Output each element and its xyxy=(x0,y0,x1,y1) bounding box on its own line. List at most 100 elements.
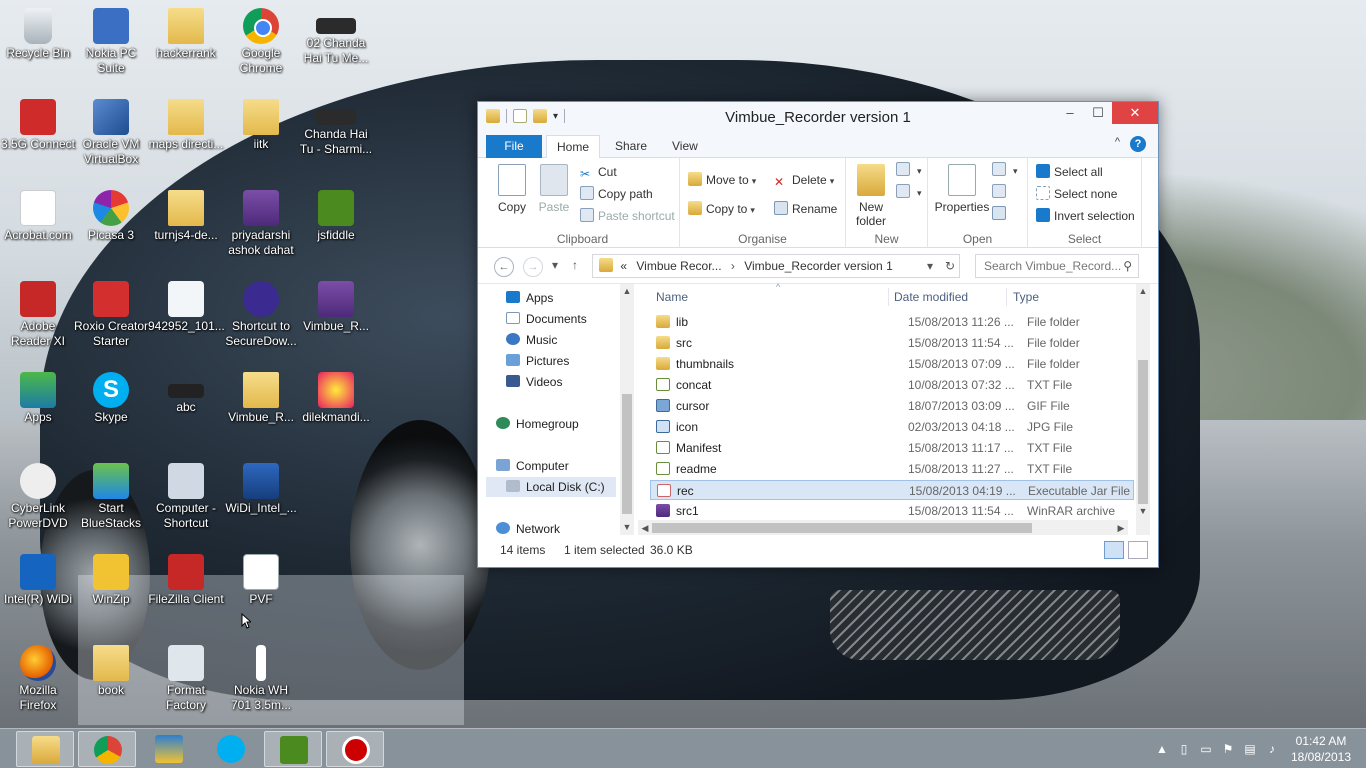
desktop-icon-roxio[interactable]: Roxio Creator Starter xyxy=(73,275,149,349)
desktop-icon-maps[interactable]: maps directi... xyxy=(148,93,224,152)
desktop-icon-winzip[interactable]: WinZip xyxy=(73,548,149,607)
file-row-selected[interactable]: rec 15/08/2013 04:19 ... Executable Jar Fi… xyxy=(650,480,1134,500)
easy-access-button[interactable]: ▾ xyxy=(896,182,922,202)
taskbar-jsfiddle[interactable] xyxy=(264,731,322,767)
paste-button[interactable]: Paste xyxy=(532,164,576,214)
address-bar[interactable]: « Vimbue Recor... › Vimbue_Recorder vers… xyxy=(592,254,960,278)
new-folder-button[interactable]: New folder xyxy=(848,164,894,228)
column-header-type[interactable]: Type xyxy=(1013,290,1039,304)
volume-icon[interactable]: ♪ xyxy=(1264,741,1280,757)
desktop-icon-jsfiddle[interactable]: jsfiddle xyxy=(298,184,374,243)
open-button[interactable]: ▾ xyxy=(992,160,1018,180)
scroll-down-icon[interactable]: ▼ xyxy=(620,522,634,532)
desktop-icon-nokia-pc-suite[interactable]: Nokia PC Suite xyxy=(73,2,149,76)
tab-home[interactable]: Home xyxy=(546,135,601,158)
file-row[interactable]: lib 15/08/2013 11:26 ... File folder xyxy=(650,312,1134,332)
file-row[interactable]: readme 15/08/2013 11:27 ... TXT File xyxy=(650,459,1134,479)
desktop-icon-acrobat-com[interactable]: Acrobat.com xyxy=(0,184,76,243)
move-to-button[interactable]: Move to ▾ xyxy=(688,170,756,190)
edit-button[interactable] xyxy=(992,182,1010,202)
file-row[interactable]: Manifest 15/08/2013 11:17 ... TXT File xyxy=(650,438,1134,458)
display-icon[interactable]: ▭ xyxy=(1198,741,1214,757)
column-header-date[interactable]: Date modified xyxy=(894,290,968,304)
properties-button[interactable]: Properties xyxy=(932,164,992,214)
taskbar-recorder[interactable] xyxy=(326,731,384,767)
horizontal-scrollbar[interactable]: ◀ ▶ xyxy=(638,520,1128,536)
column-header-name[interactable]: Name xyxy=(656,290,688,304)
desktop-icon-bluestacks[interactable]: Start BlueStacks xyxy=(73,457,149,531)
rename-button[interactable]: Rename xyxy=(774,199,837,219)
column-divider[interactable] xyxy=(1006,288,1007,306)
tab-view[interactable]: View xyxy=(662,135,708,158)
nav-item-documents[interactable]: Documents xyxy=(506,309,587,329)
scroll-up-icon[interactable]: ▲ xyxy=(620,286,634,296)
file-row[interactable]: src1 15/08/2013 11:54 ... WinRAR archive xyxy=(650,501,1134,521)
desktop-icon-book[interactable]: book xyxy=(73,639,149,698)
desktop-icon-nokia-wh[interactable]: Nokia WH 701 3.5m... xyxy=(223,639,299,713)
taskbar-app[interactable] xyxy=(140,731,198,767)
clock[interactable]: 01:42 AM 18/08/2013 xyxy=(1286,733,1356,765)
copy-button[interactable]: Copy xyxy=(490,164,534,214)
maximize-button[interactable]: ☐ xyxy=(1084,102,1112,124)
file-row[interactable]: thumbnails 15/08/2013 07:09 ... File folde… xyxy=(650,354,1134,374)
scroll-thumb[interactable] xyxy=(1138,360,1148,504)
file-row[interactable]: cursor 18/07/2013 03:09 ... GIF File xyxy=(650,396,1134,416)
desktop-icon-hackerrank[interactable]: hackerrank xyxy=(148,2,224,61)
new-item-button[interactable]: ▾ xyxy=(896,160,922,180)
help-icon[interactable]: ? xyxy=(1130,136,1146,152)
desktop-icon-computer-shortcut[interactable]: Computer - Shortcut xyxy=(148,457,224,531)
recent-locations-icon[interactable]: ▾ xyxy=(552,258,558,272)
desktop-icon-firefox[interactable]: Mozilla Firefox xyxy=(0,639,76,713)
desktop-icon-3-5g-connect[interactable]: 3.5G Connect xyxy=(0,93,76,152)
breadcrumb-item[interactable]: Vimbue_Recorder version 1 xyxy=(744,259,893,273)
select-all-button[interactable]: Select all xyxy=(1036,162,1103,182)
desktop-icon-priyadarshi[interactable]: priyadarshi ashok dahat xyxy=(223,184,299,258)
desktop-icon-iitk[interactable]: iitk xyxy=(223,93,299,152)
device-icon[interactable]: ▯ xyxy=(1176,741,1192,757)
desktop-icon-widi-intel[interactable]: WiDi_Intel_... xyxy=(223,457,299,516)
tab-share[interactable]: Share xyxy=(605,135,657,158)
desktop-icon-virtualbox[interactable]: Oracle VM VirtualBox xyxy=(73,93,149,167)
nav-item-homegroup[interactable]: Homegroup xyxy=(496,414,579,434)
taskbar-skype[interactable] xyxy=(202,731,260,767)
forward-button[interactable]: → xyxy=(523,257,543,277)
desktop-icon-google-chrome[interactable]: Google Chrome xyxy=(223,2,299,76)
desktop-icon-942952[interactable]: 942952_101... xyxy=(148,275,225,334)
close-button[interactable]: ✕ xyxy=(1112,102,1158,124)
copy-to-button[interactable]: Copy to ▾ xyxy=(688,199,755,219)
breadcrumb-overflow[interactable]: « xyxy=(620,259,627,273)
file-row[interactable]: icon 02/03/2013 04:18 ... JPG File xyxy=(650,417,1134,437)
search-input[interactable]: Search Vimbue_Record... ⚲ xyxy=(975,254,1139,278)
desktop-icon-abc[interactable]: abc xyxy=(148,366,224,415)
nav-item-music[interactable]: Music xyxy=(506,330,557,350)
show-hidden-icons-button[interactable]: ▲ xyxy=(1154,741,1170,757)
desktop-icon-apps[interactable]: Apps xyxy=(0,366,76,425)
desktop-icon-vimbue-folder[interactable]: Vimbue_R... xyxy=(223,366,299,425)
up-button[interactable]: ↑ xyxy=(572,258,578,272)
title-bar[interactable]: ▾ Vimbue_Recorder version 1 – ☐ ✕ xyxy=(478,102,1158,132)
desktop-icon-format-factory[interactable]: Format Factory xyxy=(148,639,224,713)
history-button[interactable] xyxy=(992,204,1010,224)
taskbar-chrome[interactable] xyxy=(78,731,136,767)
back-button[interactable]: ← xyxy=(494,257,514,277)
desktop-icon-securedownload[interactable]: Shortcut to SecureDow... xyxy=(223,275,299,349)
minimize-ribbon-icon[interactable]: ^ xyxy=(1115,136,1120,152)
taskbar-file-explorer[interactable] xyxy=(16,731,74,767)
nav-item-apps[interactable]: Apps xyxy=(506,288,553,308)
desktop-icon-pvf[interactable]: PVF xyxy=(223,548,299,607)
chevron-down-icon[interactable]: ▾ xyxy=(927,255,933,277)
desktop-icon-chanda-sharmi[interactable]: Chanda Hai Tu - Sharmi... xyxy=(298,93,374,157)
desktop-icon-powerdvd[interactable]: CyberLink PowerDVD xyxy=(0,457,76,531)
desktop-icon-turnjs[interactable]: turnjs4-de... xyxy=(148,184,224,243)
scroll-thumb[interactable] xyxy=(652,523,1032,533)
file-row[interactable]: concat 10/08/2013 07:32 ... TXT File xyxy=(650,375,1134,395)
nav-item-local-disk[interactable]: Local Disk (C:) xyxy=(486,477,616,497)
cut-button[interactable]: ✂ Cut xyxy=(580,162,617,182)
nav-item-pictures[interactable]: Pictures xyxy=(506,351,569,371)
desktop-icon-chanda-video[interactable]: 02 Chanda Hai Tu Me... xyxy=(298,2,374,66)
details-view-button[interactable] xyxy=(1104,541,1124,559)
breadcrumb-item[interactable]: Vimbue Recor... xyxy=(636,259,721,273)
desktop-icon-picasa[interactable]: Picasa 3 xyxy=(73,184,149,243)
delete-button[interactable]: ✕ Delete ▾ xyxy=(774,170,834,190)
file-row[interactable]: src 15/08/2013 11:54 ... File folder xyxy=(650,333,1134,353)
